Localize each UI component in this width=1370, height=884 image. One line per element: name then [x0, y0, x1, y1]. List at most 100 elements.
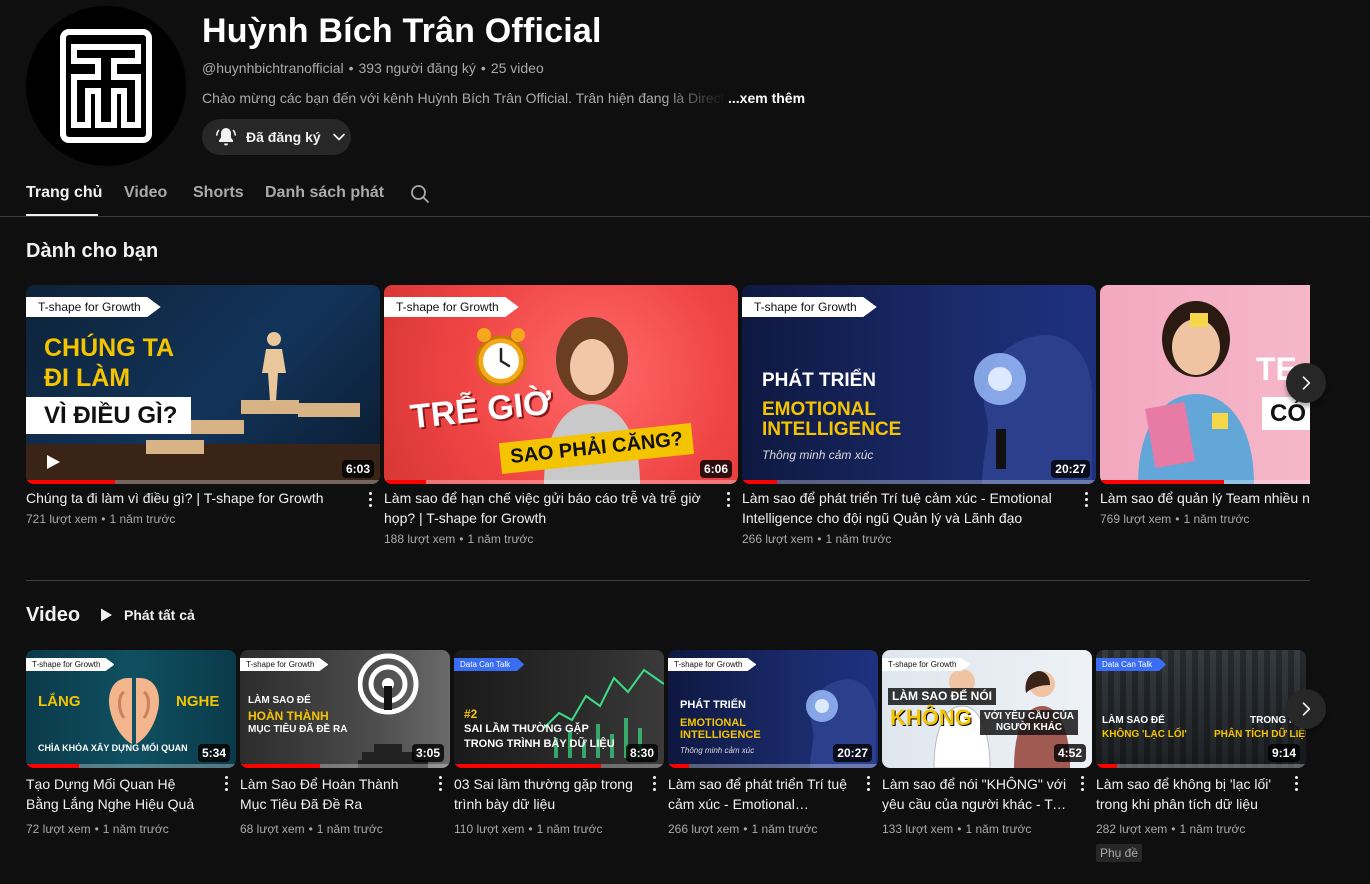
series-label: T-shape for Growth [26, 297, 161, 317]
kebab-menu-icon[interactable] [1084, 492, 1088, 508]
video-card[interactable]: T-shape for Growth PHÁT TRIỂN EMOTIONAL … [742, 285, 1096, 546]
video-title[interactable]: Làm sao để nói "KHÔNG" với yêu cầu của n… [882, 774, 1068, 814]
upload-age: 1 năm trước [1179, 822, 1246, 836]
kebab-menu-icon[interactable] [866, 776, 870, 792]
channel-avatar[interactable] [26, 6, 186, 166]
video-card[interactable]: T-shape for Growth CHÚNG TA ĐI LÀM VÌ ĐI… [26, 285, 380, 526]
video-thumbnail[interactable]: Data Can Talk #2 SAI LẦM THƯỜNG GẶP TRON… [454, 650, 664, 768]
series-label: T-shape for Growth [384, 297, 519, 317]
video-thumbnail[interactable]: T-shape for Growth LÀM SAO ĐỂ HOÀN THÀNH… [240, 650, 450, 768]
upload-age: 1 năm trước [825, 532, 892, 546]
video-card[interactable]: T-shape for Growth LÀM SAO ĐỂ HOÀN THÀNH… [240, 650, 450, 836]
thumb-headline: EMOTIONAL INTELLIGENCE [680, 717, 761, 741]
person-illustration [1138, 301, 1254, 484]
watch-progress [1100, 480, 1224, 484]
description-text: Chào mừng các bạn đến với kênh Huỳnh Bíc… [202, 90, 726, 106]
subscribed-button[interactable]: Đã đăng ký [202, 119, 351, 155]
subscriber-count: 393 người đăng ký [358, 60, 476, 76]
video-card[interactable]: TE CÓ Làm sao để quản lý Team nhiều ngườ… [1100, 285, 1310, 526]
upload-age: 1 năm trước [536, 822, 603, 836]
upload-age: 1 năm trước [102, 822, 169, 836]
tab-shorts[interactable]: Shorts [193, 184, 244, 202]
thumb-headline: LẮNG [38, 693, 81, 710]
thumb-headline-box: VÌ ĐIỀU GÌ? [26, 397, 192, 435]
video-thumbnail[interactable]: T-shape for Growth PHÁT TRIỂN EMOTIONAL … [668, 650, 878, 768]
play-all-button[interactable]: Phát tất cả [98, 604, 195, 626]
video-card[interactable]: T-shape for Growth LÀM SAO ĐỂ NÓI KHÔNG … [882, 650, 1092, 836]
thumb-subtitle: VỚI YÊU CẦU CỦA NGƯỜI KHÁC [980, 710, 1079, 735]
kebab-menu-icon[interactable] [438, 776, 442, 792]
video-card[interactable]: T-shape for Growth LẮNG NGHE CHÌA KHÓA X… [26, 650, 236, 836]
view-count: 266 lượt xem [668, 822, 740, 836]
view-count: 266 lượt xem [742, 532, 814, 546]
thumb-headline: PHÁT TRIỂN [680, 699, 746, 711]
thumb-headline: EMOTIONAL INTELLIGENCE [762, 399, 902, 440]
video-title[interactable]: 03 Sai lầm thường gặp trong trình bày dữ… [454, 774, 640, 814]
video-duration: 3:05 [411, 744, 444, 762]
video-title[interactable]: Làm sao để phát triển Trí tuệ cảm xúc - … [742, 488, 1068, 528]
search-icon[interactable] [408, 182, 432, 206]
video-thumbnail[interactable]: TE CÓ [1100, 285, 1310, 484]
series-label: T-shape for Growth [668, 658, 757, 671]
thumb-subtitle: CHÌA KHÓA XÂY DỰNG MỐI QUAN [38, 743, 188, 753]
video-title[interactable]: Tạo Dựng Mối Quan Hệ Bằng Lắng Nghe Hiệu… [26, 774, 212, 814]
video-count: 25 video [490, 60, 544, 76]
kebab-menu-icon[interactable] [224, 776, 228, 792]
thumb-headline: SAI LẦM THƯỜNG GẶP TRONG TRÌNH BÀY DỮ LI… [464, 723, 615, 750]
video-card[interactable]: Data Can Talk #2 SAI LẦM THƯỜNG GẶP TRON… [454, 650, 664, 836]
series-label: T-shape for Growth [882, 658, 971, 671]
play-all-label: Phát tất cả [124, 607, 195, 623]
watch-progress [454, 764, 601, 768]
video-card[interactable]: T-shape for Growth PHÁT TRIỂN EMOTIONAL … [668, 650, 878, 836]
subscribed-label: Đã đăng ký [246, 129, 321, 145]
channel-tabs: Trang chủ Video Shorts Danh sách phát [0, 170, 1370, 217]
channel-name: Huỳnh Bích Trân Official [202, 12, 602, 50]
shelf-next-button[interactable] [1286, 689, 1326, 729]
watch-progress [26, 764, 79, 768]
video-thumbnail[interactable]: T-shape for Growth TRỄ GIỜ SAO PHẢI CĂNG… [384, 285, 738, 484]
active-tab-indicator [26, 214, 98, 216]
view-count: 769 lượt xem [1100, 512, 1172, 526]
kebab-menu-icon[interactable] [1294, 776, 1298, 792]
video-title[interactable]: Chúng ta đi làm vì điều gì? | T-shape fo… [26, 488, 352, 508]
tab-videos[interactable]: Video [124, 184, 167, 202]
video-card[interactable]: Data Can Talk LÀM SAO ĐỂ KHÔNG 'LẠC LỐI'… [1096, 650, 1306, 862]
shelf-divider [26, 580, 1310, 581]
kebab-menu-icon[interactable] [368, 492, 372, 508]
tab-home[interactable]: Trang chủ [26, 184, 102, 202]
kebab-menu-icon[interactable] [652, 776, 656, 792]
view-count: 188 lượt xem [384, 532, 456, 546]
video-title[interactable]: Làm sao để quản lý Team nhiều người Grow… [1100, 488, 1310, 508]
thumb-headline: LÀM SAO ĐỂ NÓI [888, 688, 997, 705]
subtitles-badge: Phụ đề [1096, 844, 1143, 862]
thumb-subtitle: Thông minh cảm xúc [680, 746, 755, 755]
video-duration: 6:03 [341, 460, 374, 478]
alarm-clock-icon [475, 328, 527, 387]
channel-description[interactable]: Chào mừng các bạn đến với kênh Huỳnh Bíc… [202, 90, 805, 106]
series-label: T-shape for Growth [742, 297, 877, 317]
more-link[interactable]: ...xem thêm [728, 90, 805, 106]
tab-playlists[interactable]: Danh sách phát [265, 184, 384, 202]
figure-illustration [262, 332, 286, 401]
shelf-next-button[interactable] [1286, 363, 1326, 403]
kebab-menu-icon[interactable] [1080, 776, 1084, 792]
video-thumbnail[interactable]: T-shape for Growth LÀM SAO ĐỂ NÓI KHÔNG … [882, 650, 1092, 768]
video-card[interactable]: T-shape for Growth TRỄ GIỜ SAO PHẢI CĂNG… [384, 285, 738, 546]
video-title[interactable]: Làm sao để hạn chế việc gửi báo cáo trễ … [384, 488, 710, 528]
kebab-menu-icon[interactable] [726, 492, 730, 508]
video-title[interactable]: Làm sao để không bị 'lạc lối' trong khi … [1096, 774, 1282, 814]
videos-shelf-title: Video [26, 604, 81, 626]
watch-progress [668, 764, 689, 768]
video-duration: 20:27 [833, 744, 872, 762]
video-title[interactable]: Làm Sao Để Hoàn Thành Mục Tiêu Đã Đề Ra [240, 774, 426, 814]
chevron-right-icon [1302, 376, 1311, 390]
thumb-headline: CHÚNG TA ĐI LÀM [44, 334, 175, 393]
watch-progress [742, 480, 778, 484]
head-silhouette-illustration [974, 335, 1092, 484]
video-thumbnail[interactable]: T-shape for Growth CHÚNG TA ĐI LÀM VÌ ĐI… [26, 285, 380, 484]
thumb-headline: LÀM SAO ĐỂ [1102, 715, 1165, 726]
video-title[interactable]: Làm sao để phát triển Trí tuệ cảm xúc - … [668, 774, 854, 814]
video-thumbnail[interactable]: T-shape for Growth PHÁT TRIỂN EMOTIONAL … [742, 285, 1096, 484]
video-thumbnail[interactable]: Data Can Talk LÀM SAO ĐỂ KHÔNG 'LẠC LỐI'… [1096, 650, 1306, 768]
video-thumbnail[interactable]: T-shape for Growth LẮNG NGHE CHÌA KHÓA X… [26, 650, 236, 768]
